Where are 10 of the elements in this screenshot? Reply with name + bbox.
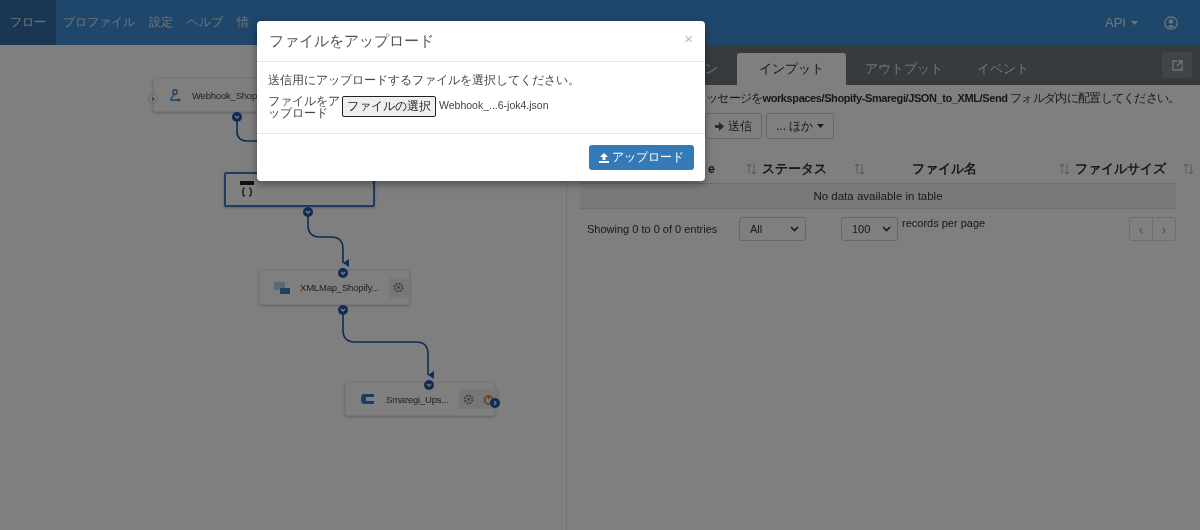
entries-info: Showing 0 to 0 of 0 entries (587, 223, 719, 235)
node-label: XMLMap_Shopify... (300, 282, 379, 293)
instruction-text: ッセージをworkspaces/Shopify-Smaregi/JSON_to_XML/Send フォルダ内に配置してください。 (705, 90, 1181, 107)
dialog-title: ファイルをアップロード (269, 31, 434, 51)
node-label: Smaregi_Ups... (386, 393, 449, 405)
page-size-label: records per page (902, 217, 986, 229)
empty-table-message: No data available in table (580, 184, 1176, 209)
file-name: Webhook_...6-jok4.json (439, 99, 549, 111)
dialog-message: 送信用にアップロードするファイルを選択してください。 (268, 73, 581, 88)
field-label: ファイルをアップロード (268, 95, 341, 120)
